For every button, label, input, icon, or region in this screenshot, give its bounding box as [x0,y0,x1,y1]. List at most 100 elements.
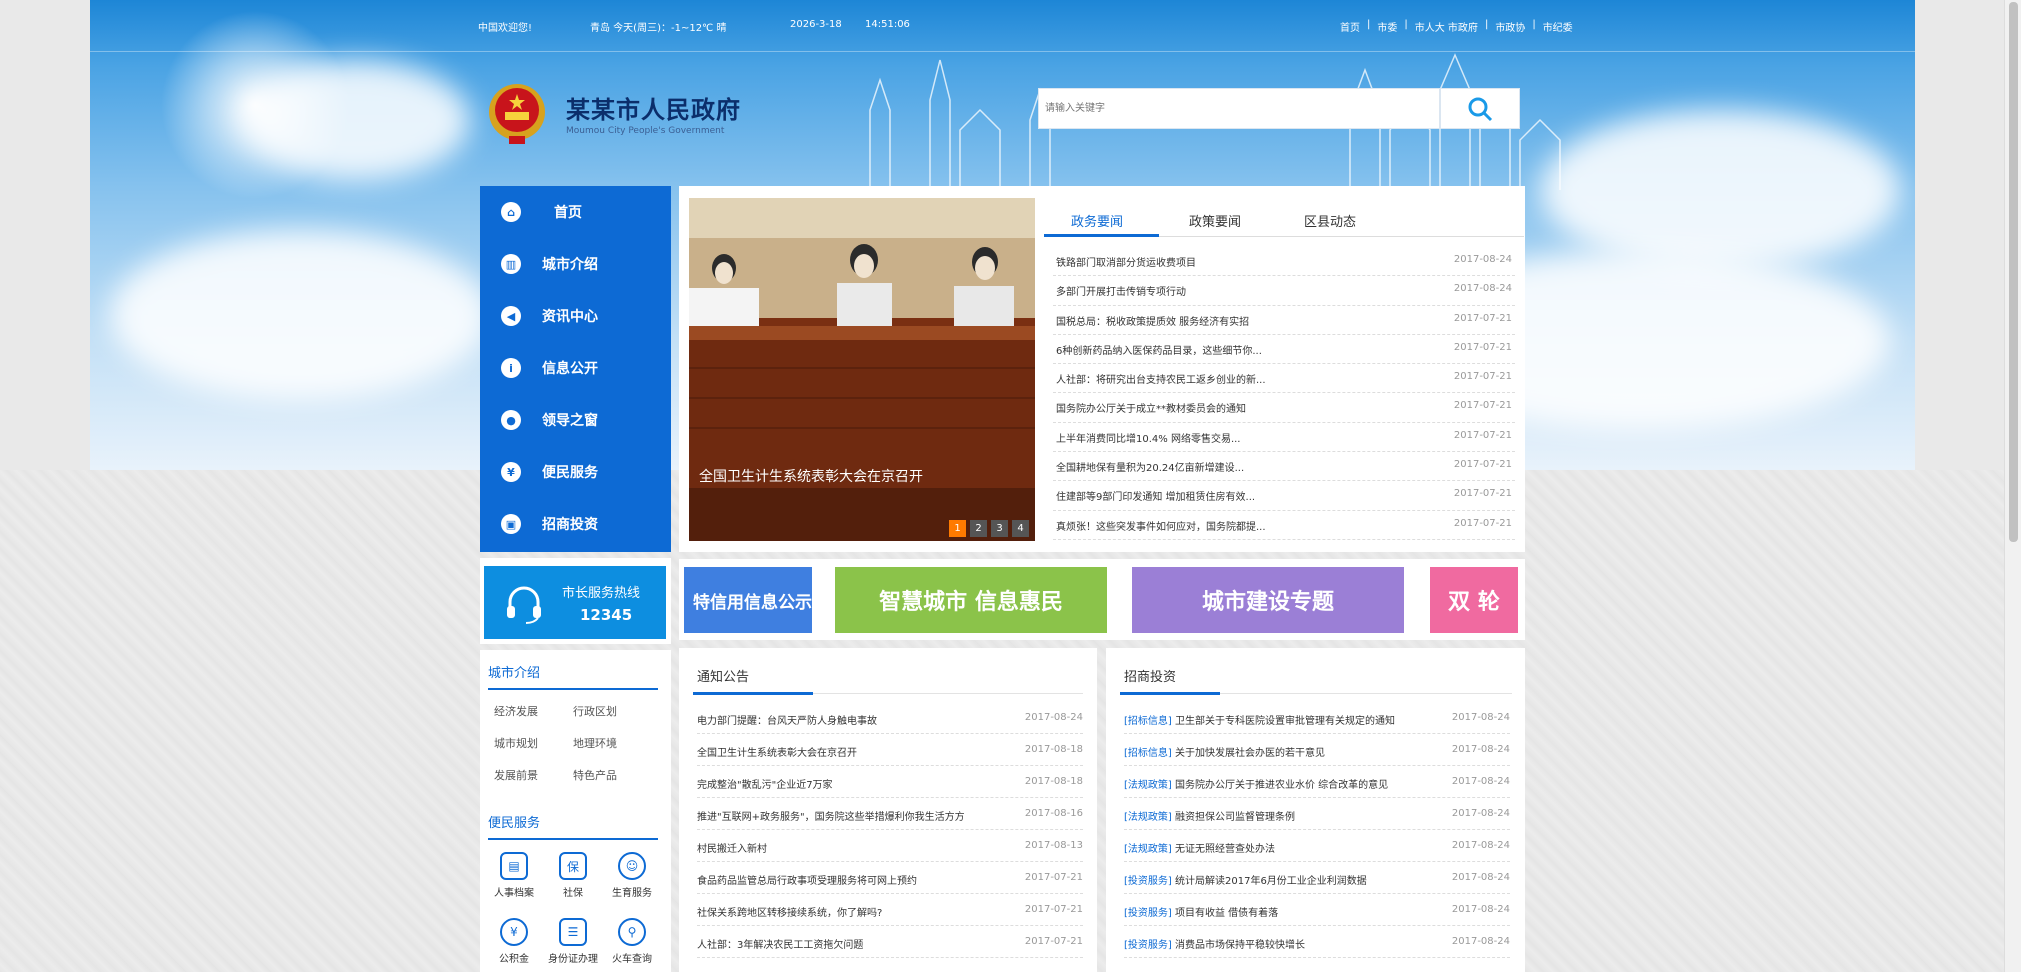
service-social-security[interactable]: 保 社保 [543,852,603,899]
investment-item-title[interactable]: 项目有收益 借债有着落 [1175,908,1278,919]
nav-item-city-intro[interactable]: ▥ 城市介绍 [480,238,671,290]
slider-page-4[interactable]: 4 [1012,520,1029,537]
news-title[interactable]: 上半年消费同比增10.4% 网络零售交易... [1056,430,1240,445]
top-link-cppcc[interactable]: 市政协 [1495,19,1525,34]
news-title[interactable]: 铁路部门取消部分货运收费项目 [1056,254,1196,269]
news-title[interactable]: 国务院办公厅关于成立**教材委员会的通知 [1056,400,1246,415]
nav-item-home[interactable]: ⌂ 首页 [480,186,671,238]
list-item[interactable]: 国税总局：税收政策提质效 服务经济有实招 2017-07-21 [1053,306,1515,335]
news-title[interactable]: 国税总局：税收政策提质效 服务经济有实招 [1056,313,1249,328]
service-maternity[interactable]: ☺ 生育服务 [602,852,662,899]
list-item[interactable]: 电力部门提醒：台风天严防人身触电事故 2017-08-24 [697,702,1083,734]
tab-policy-news[interactable]: 政策要闻 [1189,211,1241,230]
notices-title[interactable]: 通知公告 [697,666,749,685]
category-tag[interactable]: [投资服务] [1124,940,1172,951]
investment-item-title[interactable]: 卫生部关于专科医院设置审批管理有关规定的通知 [1175,716,1395,727]
news-title[interactable]: 住建部等9部门印发通知 增加租赁住房有效... [1056,488,1255,503]
top-link-government[interactable]: 市人大 市政府 [1415,19,1478,34]
nav-item-leaders[interactable]: ● 领导之窗 [480,394,671,446]
list-item[interactable]: [法规政策] 国务院办公厅关于推进农业水价 综合改革的意见 2017-08-24 [1124,766,1510,798]
national-emblem-logo[interactable] [487,80,547,148]
top-link-party[interactable]: 市委 [1377,19,1397,34]
link-economy[interactable]: 经济发展 [494,703,538,719]
service-housing-fund[interactable]: ¥ 公积金 [484,918,544,965]
nav-item-services[interactable]: ¥ 便民服务 [480,446,671,498]
notice-title[interactable]: 社保关系跨地区转移接续系统，你了解吗? [697,904,882,919]
city-intro-title[interactable]: 城市介绍 [488,662,540,681]
slider-page-1[interactable]: 1 [949,520,966,537]
news-title[interactable]: 6种创新药品纳入医保药品目录，这些细节你... [1056,342,1262,357]
list-item[interactable]: 人社部：3年解决农民工工资拖欠问题 2017-07-21 [697,926,1083,958]
news-title[interactable]: 真烦张！这些突发事件如何应对，国务院都提... [1056,518,1266,533]
list-item[interactable]: 食品药品监管总局行政事项受理服务将可网上预约 2017-07-21 [697,862,1083,894]
notice-title[interactable]: 电力部门提醒：台风天严防人身触电事故 [697,712,877,727]
tab-government-news[interactable]: 政务要闻 [1071,211,1123,230]
link-geography[interactable]: 地理环境 [573,735,617,751]
list-item[interactable]: 全国卫生计生系统表彰大会在京召开 2017-08-18 [697,734,1083,766]
mayor-hotline[interactable]: 市长服务热线 12345 [484,566,666,639]
investment-item-title[interactable]: 统计局解读2017年6月份工业企业利润数据 [1175,876,1367,887]
link-specialty-products[interactable]: 特色产品 [573,767,617,783]
scrollbar-thumb[interactable] [2009,2,2018,542]
tab-district-news[interactable]: 区县动态 [1304,211,1356,230]
photo-slider[interactable]: 全国卫生计生系统表彰大会在京召开 1 2 3 4 [689,198,1035,541]
nav-item-news-center[interactable]: ◀ 资讯中心 [480,290,671,342]
slider-page-2[interactable]: 2 [970,520,987,537]
list-item[interactable]: 村民搬迁入新村 2017-08-13 [697,830,1083,862]
category-tag[interactable]: [法规政策] [1124,844,1172,855]
investment-item-title[interactable]: 融资担保公司监督管理条例 [1175,812,1295,823]
notice-title[interactable]: 全国卫生计生系统表彰大会在京召开 [697,744,857,759]
list-item[interactable]: 推进"互联网+政务服务"，国务院这些举措爆利你我生活方方 2017-08-16 [697,798,1083,830]
banner-dual-wheel[interactable]: 双 轮 [1430,567,1518,633]
category-tag[interactable]: [投资服务] [1124,908,1172,919]
category-tag[interactable]: [招标信息] [1124,716,1172,727]
notice-title[interactable]: 人社部：3年解决农民工工资拖欠问题 [697,936,863,951]
category-tag[interactable]: [投资服务] [1124,876,1172,887]
list-item[interactable]: 6种创新药品纳入医保药品目录，这些细节你... 2017-07-21 [1053,335,1515,365]
category-tag[interactable]: [法规政策] [1124,780,1172,791]
list-item[interactable]: [投资服务] 消费品市场保持平稳较快增长 2017-08-24 [1124,926,1510,958]
list-item[interactable]: 全国耕地保有量积为20.24亿亩新增建设... 2017-07-21 [1053,452,1515,482]
slider-page-3[interactable]: 3 [991,520,1008,537]
news-title[interactable]: 人社部：将研究出台支持农民工返乡创业的新... [1056,371,1266,386]
service-hr-archive[interactable]: ▤ 人事档案 [484,852,544,899]
list-item[interactable]: [法规政策] 融资担保公司监督管理条例 2017-08-24 [1124,798,1510,830]
list-item[interactable]: [法规政策] 无证无照经营查处办法 2017-08-24 [1124,830,1510,862]
list-item[interactable]: 人社部：将研究出台支持农民工返乡创业的新... 2017-07-21 [1053,364,1515,394]
top-link-discipline[interactable]: 市纪委 [1543,19,1573,34]
service-id-card[interactable]: ☰ 身份证办理 [543,918,603,965]
link-prospects[interactable]: 发展前景 [494,767,538,783]
banner-city-construction[interactable]: 城市建设专题 [1132,567,1404,633]
list-item[interactable]: 多部门开展打击传销专项行动 2017-08-24 [1053,276,1515,306]
search-input[interactable] [1039,89,1440,128]
list-item[interactable]: 住建部等9部门印发通知 增加租赁住房有效... 2017-07-21 [1053,481,1515,511]
link-admin-division[interactable]: 行政区划 [573,703,617,719]
top-link-home[interactable]: 首页 [1340,19,1360,34]
news-title[interactable]: 多部门开展打击传销专项行动 [1056,283,1186,298]
service-train-query[interactable]: ⚲ 火车查询 [602,918,662,965]
list-item[interactable]: 国务院办公厅关于成立**教材委员会的通知 2017-07-21 [1053,393,1515,423]
banner-smart-city[interactable]: 智慧城市 信息惠民 [835,567,1107,633]
investment-item-title[interactable]: 无证无照经营查处办法 [1175,844,1275,855]
list-item[interactable]: 真烦张！这些突发事件如何应对，国务院都提... 2017-07-21 [1053,511,1515,540]
link-city-planning[interactable]: 城市规划 [494,735,538,751]
investment-item-title[interactable]: 关于加快发展社会办医的若干意见 [1175,748,1325,759]
list-item[interactable]: [招标信息] 卫生部关于专科医院设置审批管理有关规定的通知 2017-08-24 [1124,702,1510,734]
nav-item-info-disclosure[interactable]: i 信息公开 [480,342,671,394]
list-item[interactable]: [投资服务] 项目有收益 借债有着落 2017-08-24 [1124,894,1510,926]
list-item[interactable]: 铁路部门取消部分货运收费项目 2017-08-24 [1053,247,1515,277]
investment-item-title[interactable]: 消费品市场保持平稳较快增长 [1175,940,1305,951]
notice-title[interactable]: 村民搬迁入新村 [697,840,767,855]
list-item[interactable]: 完成整治"散乱污"企业近7万家 2017-08-18 [697,766,1083,798]
page-scrollbar[interactable] [2004,0,2021,972]
list-item[interactable]: [招标信息] 关于加快发展社会办医的若干意见 2017-08-24 [1124,734,1510,766]
list-item[interactable]: 社保关系跨地区转移接续系统，你了解吗? 2017-07-21 [697,894,1083,926]
notice-title[interactable]: 推进"互联网+政务服务"，国务院这些举措爆利你我生活方方 [697,808,965,823]
investment-item-title[interactable]: 国务院办公厅关于推进农业水价 综合改革的意见 [1175,780,1388,791]
nav-item-investment[interactable]: ▣ 招商投资 [480,498,671,550]
services-title[interactable]: 便民服务 [488,812,540,831]
category-tag[interactable]: [法规政策] [1124,812,1172,823]
news-title[interactable]: 全国耕地保有量积为20.24亿亩新增建设... [1056,459,1244,474]
notice-title[interactable]: 完成整治"散乱污"企业近7万家 [697,776,833,791]
notice-title[interactable]: 食品药品监管总局行政事项受理服务将可网上预约 [697,872,917,887]
